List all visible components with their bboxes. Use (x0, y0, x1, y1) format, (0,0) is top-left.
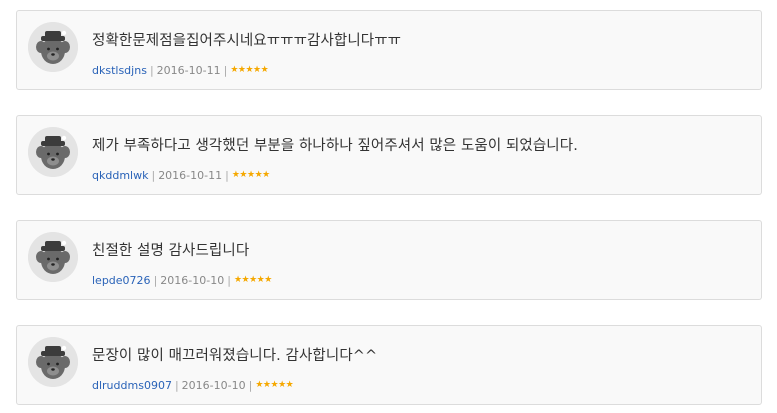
star-icon: ★ (237, 65, 246, 75)
review-meta: lepde0726 | 2016-10-10 | ★ ★ ★ ★ ★ (92, 274, 272, 287)
star-icon: ★ (278, 380, 286, 390)
star-icon: ★ (233, 275, 242, 285)
star-icon: ★ (245, 65, 254, 75)
star-icon: ★ (253, 65, 261, 75)
review-meta: dlruddms0907 | 2016-10-10 | ★ ★ ★ ★ ★ (92, 379, 294, 392)
default-avatar-icon (28, 22, 78, 72)
review-date: 2016-10-10 (181, 379, 246, 392)
default-avatar-icon (28, 127, 78, 177)
review-meta: qkddmlwk | 2016-10-11 | ★ ★ ★ ★ ★ (92, 169, 270, 182)
avatar (28, 232, 78, 282)
review-user-link[interactable]: dlruddms0907 (92, 379, 172, 392)
star-icon: ★ (255, 380, 263, 390)
star-rating: ★ ★ ★ ★ ★ (255, 381, 293, 390)
review-text: 정확한문제점을집어주시네요ㅠㅠㅠ감사합니다ㅠㅠ (92, 33, 402, 49)
star-icon: ★ (247, 170, 255, 180)
star-icon: ★ (260, 65, 269, 75)
default-avatar-icon (28, 232, 78, 282)
review-text: 문장이 많이 매끄러워졌습니다. 감사합니다^^ (92, 348, 378, 364)
star-rating: ★ ★ ★ ★ ★ (234, 276, 272, 285)
avatar (28, 337, 78, 387)
review-date: 2016-10-10 (160, 274, 225, 287)
star-icon: ★ (249, 275, 257, 285)
meta-separator: | (225, 169, 229, 182)
star-icon: ★ (239, 170, 247, 180)
meta-separator: | (151, 169, 156, 182)
review-date: 2016-10-11 (158, 169, 223, 182)
review-user-link[interactable]: lepde0726 (92, 274, 151, 287)
star-icon: ★ (270, 380, 279, 390)
star-icon: ★ (231, 170, 240, 180)
review-card: 제가 부족하다고 생각했던 부분을 하나하나 짚어주셔서 많은 도움이 되었습니… (16, 115, 762, 195)
star-icon: ★ (262, 380, 271, 390)
review-meta: dkstlsdjns | 2016-10-11 | ★ ★ ★ ★ ★ (92, 64, 269, 77)
star-rating: ★ ★ ★ ★ ★ (230, 66, 268, 75)
star-rating: ★ ★ ★ ★ ★ (232, 171, 270, 180)
avatar (28, 127, 78, 177)
meta-separator: | (174, 379, 179, 392)
review-card: 정확한문제점을집어주시네요ㅠㅠㅠ감사합니다ㅠㅠ dkstlsdjns | 201… (16, 10, 762, 90)
review-user-link[interactable]: dkstlsdjns (92, 64, 147, 77)
review-card: 문장이 많이 매끄러워졌습니다. 감사합니다^^ dlruddms0907 | … (16, 325, 762, 405)
meta-separator: | (227, 274, 231, 287)
review-text: 제가 부족하다고 생각했던 부분을 하나하나 짚어주셔서 많은 도움이 되었습니… (92, 138, 578, 154)
avatar (28, 22, 78, 72)
star-icon: ★ (256, 275, 265, 285)
star-icon: ★ (254, 170, 263, 180)
review-card: 친절한 설명 감사드립니다 lepde0726 | 2016-10-10 | ★… (16, 220, 762, 300)
meta-separator: | (153, 274, 158, 287)
star-icon: ★ (264, 275, 272, 285)
meta-separator: | (248, 379, 253, 392)
star-icon: ★ (285, 380, 294, 390)
meta-separator: | (223, 64, 228, 77)
review-text: 친절한 설명 감사드립니다 (92, 243, 250, 259)
star-icon: ★ (262, 170, 270, 180)
star-icon: ★ (230, 65, 238, 75)
default-avatar-icon (28, 337, 78, 387)
star-icon: ★ (241, 275, 250, 285)
review-list: 정확한문제점을집어주시네요ㅠㅠㅠ감사합니다ㅠㅠ dkstlsdjns | 201… (0, 0, 777, 413)
review-date: 2016-10-11 (156, 64, 221, 77)
review-user-link[interactable]: qkddmlwk (92, 169, 148, 182)
meta-separator: | (149, 64, 154, 77)
